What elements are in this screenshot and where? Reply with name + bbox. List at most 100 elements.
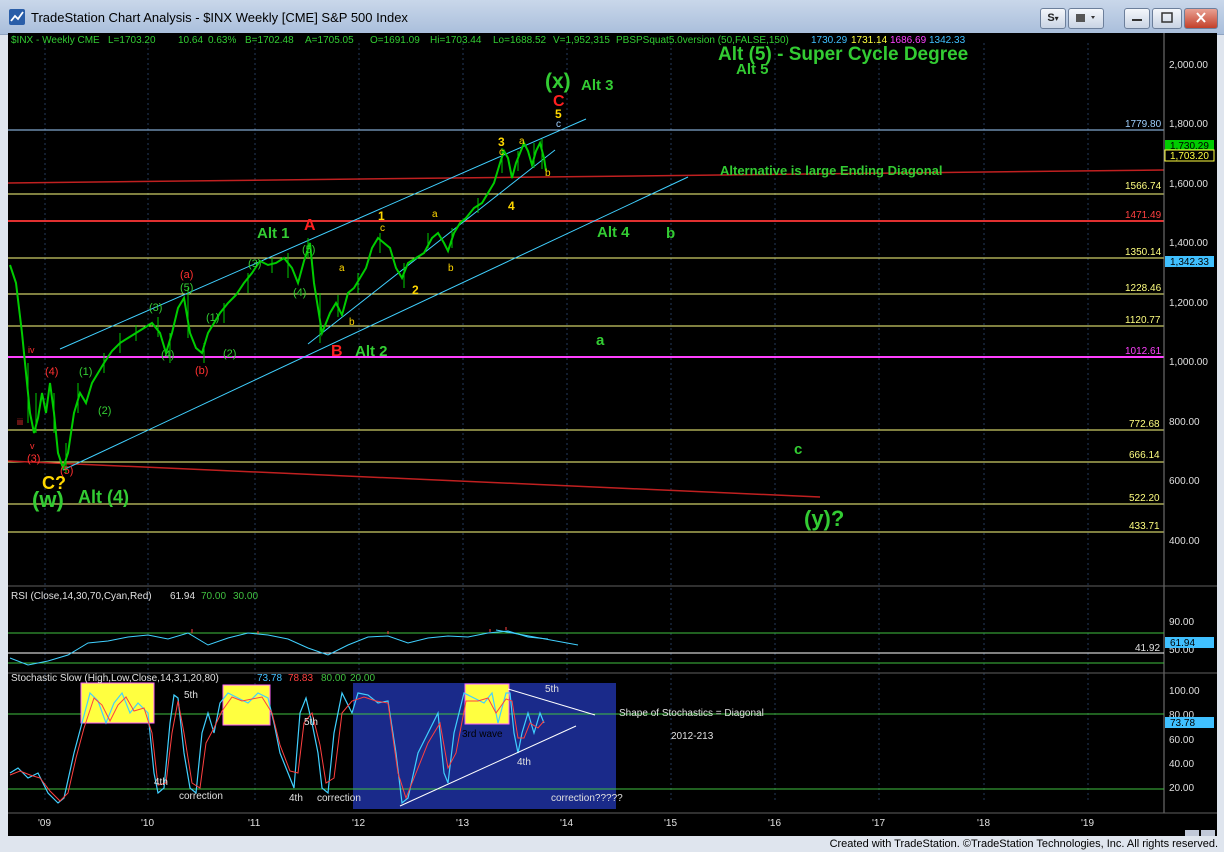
year-tick: '16: [768, 818, 781, 829]
bid-price: B=1702.48: [245, 35, 294, 46]
w-wave-label: (w): [32, 487, 64, 512]
third-wave-label: 3rd wave: [229, 735, 270, 746]
wave-2-paren-label: (2): [223, 348, 236, 360]
level-label: 772.68: [1129, 419, 1160, 430]
wave-2-label: 2: [412, 283, 419, 297]
wave-5-paren-label: (5): [60, 465, 73, 477]
chart-frame[interactable]: Alt (5) - Super Cycle Degree Alt 5 (x) A…: [7, 33, 1217, 836]
wave-a-label: a: [339, 263, 345, 274]
rsi-value: 61.94: [170, 591, 195, 602]
fifth-label: 5th: [545, 684, 559, 695]
ask-price: A=1705.05: [305, 35, 354, 46]
rsi-line: [9, 630, 549, 666]
stoch-ob: 80.00: [321, 673, 346, 684]
correction-label: correction?????: [551, 793, 623, 804]
shape-note: Shape of Stochastics = Diagonal: [619, 708, 764, 719]
wave-5-paren-label: (5): [302, 244, 315, 256]
rsi-mark: 41.92: [1135, 643, 1160, 654]
wave-a-label: a: [432, 209, 438, 220]
level-label: 666.14: [1129, 450, 1160, 461]
open-price: O=1691.09: [370, 35, 420, 46]
fourth-label: 4th: [154, 777, 168, 788]
b-green-label: b: [666, 225, 675, 242]
window-titlebar: TradeStation Chart Analysis - $INX Weekl…: [0, 0, 1224, 35]
wave-1-paren-label: (1): [79, 366, 92, 378]
stoch-k: 73.78: [257, 673, 282, 684]
rsi-os: 30.00: [233, 591, 258, 602]
rsi-title: RSI (Close,14,30,70,Cyan,Red): [11, 591, 152, 602]
fourth-label: 4th: [517, 757, 531, 768]
third-wave-label: 3rd wave: [95, 742, 136, 753]
indicator-name: PBSPSquat5.0version (50,FALSE,150): [616, 35, 789, 46]
time-axis: '09 '10 '11 '12 '13 '14 '15 '16 '17 '18 …: [8, 812, 1217, 836]
pct-change: 0.63%: [208, 35, 236, 46]
copyright-text: Created with TradeStation. ©TradeStation…: [829, 838, 1218, 850]
level-label: 522.20: [1129, 493, 1160, 504]
close-button[interactable]: [1184, 8, 1218, 29]
stoch-current-label: 73.78: [1170, 718, 1195, 729]
wave-4-paren-label: (4): [161, 349, 174, 361]
c-small-label: c: [556, 119, 561, 130]
rsi-pane: RSI (Close,14,30,70,Cyan,Red) 61.94 70.0…: [8, 585, 1217, 666]
year-tick: '19: [1081, 818, 1094, 829]
current-price-label: 1,703.20: [1170, 151, 1209, 162]
stoch-tick: 100.00: [1169, 686, 1200, 697]
stoch-tick: 40.00: [1169, 759, 1194, 770]
s-menu-button[interactable]: S▾: [1040, 8, 1066, 29]
price-tick: 1,000.00: [1169, 357, 1208, 368]
app-icon: [9, 9, 25, 25]
rsi-ob: 70.00: [201, 591, 226, 602]
wave-b-label: b: [448, 263, 454, 274]
wave-3-paren-label: (3): [149, 302, 162, 314]
wave-2-paren-label: (2): [98, 405, 111, 417]
year-tick: '12: [352, 818, 365, 829]
wave-3-paren-label: (3): [27, 453, 40, 465]
years-note: 2012-213: [671, 731, 714, 742]
a-green-label: a: [596, 332, 605, 349]
level-label: 1566.74: [1125, 181, 1162, 192]
link-menu-button[interactable]: [1068, 8, 1104, 29]
volume: V=1,952,315: [553, 35, 610, 46]
footer: Created with TradeStation. ©TradeStation…: [0, 836, 1224, 852]
stoch-tick: 20.00: [1169, 783, 1194, 794]
price-tick: 1,600.00: [1169, 179, 1208, 190]
chart-canvas[interactable]: Alt (5) - Super Cycle Degree Alt 5 (x) A…: [7, 33, 1217, 836]
indicator-value: 1731.14: [851, 35, 888, 46]
restore-icon: [1161, 12, 1173, 23]
year-tick: '15: [664, 818, 677, 829]
wave-5-paren-label: (5): [180, 282, 193, 294]
level-label: 433.71: [1129, 521, 1160, 532]
alt1-label: Alt 1: [257, 225, 290, 242]
price-tick: 800.00: [1169, 417, 1200, 428]
indicator-value: 1342.33: [929, 35, 966, 46]
rsi-current-label: 61.94: [1170, 638, 1195, 649]
rsi-tick: 90.00: [1169, 617, 1194, 628]
correction-label: correction: [317, 793, 361, 804]
wave-c-label: c: [380, 223, 385, 234]
restore-button[interactable]: [1152, 8, 1182, 29]
wave-4-paren-label: (4): [293, 287, 306, 299]
wave-1-label: 1: [378, 209, 385, 223]
wave-a-label: a: [519, 136, 525, 147]
minimize-button[interactable]: [1124, 8, 1150, 29]
alt3-label: Alt 3: [581, 77, 614, 94]
wave-1-paren-label: (1): [206, 312, 219, 324]
price-tick: 400.00: [1169, 536, 1200, 547]
stoch-d: 78.83: [288, 673, 313, 684]
link-icon: [1076, 14, 1095, 22]
wave-iii-label: iii: [17, 417, 23, 427]
red-trendline: [7, 169, 1165, 184]
correction-label: correction: [179, 791, 223, 802]
wave-a-paren-label: (a): [180, 269, 193, 281]
wave-b-label: b: [545, 168, 551, 179]
fifth-label: 5th: [304, 717, 318, 728]
rsi-trendline: [495, 629, 579, 646]
alt2-label: Alt 2: [355, 343, 388, 360]
year-tick: '13: [456, 818, 469, 829]
fourth-label: 4th: [289, 793, 303, 804]
wave-4-label: 4: [508, 199, 515, 213]
ending-diagonal-label: Alternative is large Ending Diagonal: [720, 163, 943, 178]
wave-b-label: b: [349, 317, 355, 328]
year-tick: '10: [141, 818, 154, 829]
alt5-label: Alt 5: [736, 61, 769, 78]
